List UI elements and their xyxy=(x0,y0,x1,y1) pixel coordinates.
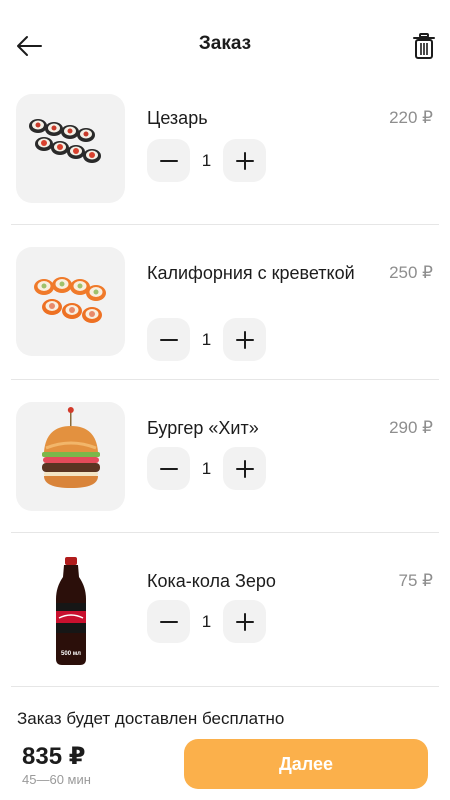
item-name: Бургер «Хит» xyxy=(147,418,259,438)
bottle-volume-label: 500 мл xyxy=(61,651,81,657)
page-title: Заказ xyxy=(198,33,252,54)
quantity-stepper: 1 xyxy=(147,318,266,361)
quantity-stepper: 1 xyxy=(147,447,266,490)
order-item: Калифорния с креветкой 250 ₽ 1 xyxy=(0,225,450,380)
order-total: 835 ₽ xyxy=(22,743,86,770)
decrease-button[interactable] xyxy=(147,318,190,361)
header: Заказ xyxy=(0,0,450,90)
delivery-eta: 45—60 мин xyxy=(22,772,91,787)
minus-icon xyxy=(159,338,178,341)
item-image-sushi xyxy=(16,247,125,356)
minus-icon xyxy=(159,159,178,162)
item-price: 75 ₽ xyxy=(398,571,433,590)
quantity-value: 1 xyxy=(201,150,212,170)
item-image-sushi xyxy=(16,94,125,203)
divider xyxy=(11,686,439,687)
quantity-value: 1 xyxy=(201,458,212,478)
item-name: Кока-кола Зеро xyxy=(147,571,276,591)
increase-button[interactable] xyxy=(223,600,266,643)
increase-button[interactable] xyxy=(223,447,266,490)
decrease-button[interactable] xyxy=(147,447,190,490)
plus-icon xyxy=(235,459,254,478)
next-button[interactable]: Далее xyxy=(184,739,428,789)
plus-icon xyxy=(235,612,254,631)
clear-cart-button[interactable] xyxy=(412,32,436,60)
quantity-stepper: 1 xyxy=(147,600,266,643)
delivery-note: Заказ будет доставлен бесплатно xyxy=(17,709,285,728)
item-name: Цезарь xyxy=(147,108,208,128)
item-image-burger xyxy=(16,402,125,511)
minus-icon xyxy=(159,620,178,623)
increase-button[interactable] xyxy=(223,318,266,361)
quantity-value: 1 xyxy=(201,611,212,631)
decrease-button[interactable] xyxy=(147,600,190,643)
checkout-footer: 835 ₽ 45—60 мин Далее xyxy=(0,728,450,800)
order-item: 500 мл Кока-кола Зеро 75 ₽ 1 xyxy=(0,533,450,687)
item-price: 220 ₽ xyxy=(389,108,433,127)
quantity-stepper: 1 xyxy=(147,139,266,182)
increase-button[interactable] xyxy=(223,139,266,182)
item-price: 250 ₽ xyxy=(389,263,433,282)
order-item: Цезарь 220 ₽ 1 xyxy=(0,92,450,225)
item-name: Калифорния с креветкой xyxy=(147,263,355,283)
order-items-list: Цезарь 220 ₽ 1 Калифорния с креветкой 25… xyxy=(0,92,450,687)
order-item: Бургер «Хит» 290 ₽ 1 xyxy=(0,380,450,533)
trash-icon xyxy=(413,33,435,59)
minus-icon xyxy=(159,467,178,470)
item-image-cola: 500 мл xyxy=(16,555,125,667)
plus-icon xyxy=(235,330,254,349)
decrease-button[interactable] xyxy=(147,139,190,182)
item-price: 290 ₽ xyxy=(389,418,433,437)
quantity-value: 1 xyxy=(201,329,212,349)
plus-icon xyxy=(235,151,254,170)
